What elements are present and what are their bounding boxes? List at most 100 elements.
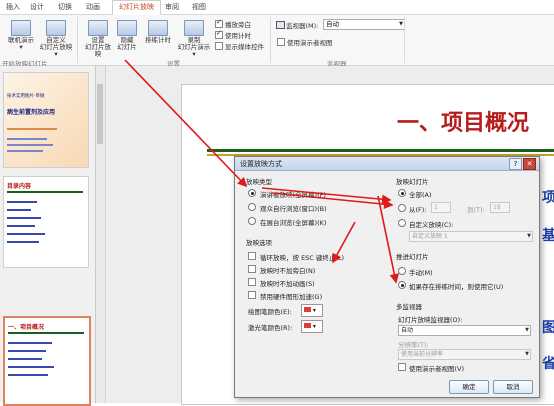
pen-color-swatch: [304, 307, 311, 312]
thumb-bar: [8, 332, 84, 334]
record-slide-show-button[interactable]: 录制 幻灯片演示 ▾: [176, 20, 212, 58]
no-animation-checkbox[interactable]: [248, 278, 256, 286]
slide-thumbnail-2[interactable]: 目录内容: [3, 176, 89, 268]
thumb-text-line: [7, 225, 35, 227]
radio-kiosk[interactable]: [248, 217, 256, 225]
laser-color-swatch: [304, 323, 311, 328]
loop-label: 循环放映，按 ESC 键终止(L): [260, 254, 345, 262]
record-show-icon: [184, 20, 204, 36]
use-timings-label: 如果存在排练时间，则使用它(U): [409, 283, 504, 291]
custom-show-icon: [46, 20, 66, 36]
slide-thumbnail-1[interactable]: 技术实用图片·单微 病生前置剂及应用: [3, 72, 89, 168]
slide-text-fragment: 项: [542, 190, 554, 206]
thumb-text-line: [8, 358, 42, 360]
show-options-label: 放映选项: [246, 239, 272, 247]
close-button[interactable]: ✕: [523, 158, 536, 170]
from-label: 从(F):: [409, 206, 427, 214]
present-online-button[interactable]: 联机演示 ▾: [4, 20, 38, 51]
dialog-title-bar[interactable]: 设置放映方式 ? ✕: [235, 157, 539, 171]
radio-browsed-window[interactable]: [248, 203, 256, 211]
presenter-view-label: 使用演示者视图(V): [409, 365, 465, 373]
laser-color-label: 激光笔颜色(R):: [248, 324, 293, 332]
no-narration-label: 放映时不加旁白(N): [260, 267, 316, 275]
thumb-text-line: [7, 201, 37, 203]
thumb-text-line: [7, 217, 41, 219]
radio-kiosk-label: 在展台浏览(全屏幕)(K): [260, 219, 327, 227]
thumb-accent-line: [7, 128, 57, 130]
radio-from-slides[interactable]: [398, 204, 406, 212]
monitor-icon: [276, 21, 285, 29]
presenter-view-checkbox[interactable]: [398, 363, 406, 371]
chevron-down-icon: ▼: [527, 233, 531, 239]
tab-review[interactable]: 审阅: [165, 2, 179, 12]
resolution-label: 分辨率(T):: [398, 341, 429, 349]
thumb-text-line: [7, 209, 31, 211]
chevron-down-icon: ▼: [525, 327, 529, 333]
custom-show-label: 自定义放映(C):: [409, 221, 454, 229]
show-slides-label: 放映幻灯片: [396, 178, 429, 186]
ribbon-separator: [77, 17, 78, 63]
radio-presenter-label: 演讲者放映(全屏幕)(P): [260, 191, 327, 199]
use-timings-checkbox[interactable]: 使用计时: [215, 29, 251, 40]
thumb-text-line: [7, 150, 43, 152]
ribbon: 联机演示 ▾ 自定义 幻灯片放映 ▾ 设置 幻灯片放映 隐藏 幻灯片 排练计时 …: [0, 15, 554, 68]
monitor-select[interactable]: 自动 ▼: [323, 19, 405, 30]
pen-color-picker[interactable]: ▾: [301, 304, 323, 317]
set-up-slide-show-button[interactable]: 设置 幻灯片放映: [82, 20, 114, 58]
slide-title: 一、项目概况: [397, 110, 530, 136]
show-on-label: 幻灯片放映监视器(O):: [398, 316, 463, 324]
use-presenter-view-checkbox[interactable]: 使用演示者视图: [277, 37, 333, 47]
thumb-text-line: [7, 241, 39, 243]
radio-manual[interactable]: [398, 267, 406, 275]
tab-view[interactable]: 视图: [192, 2, 206, 12]
radio-presenter-fullscreen[interactable]: [248, 189, 256, 197]
rehearse-timings-button[interactable]: 排练计时: [140, 20, 176, 44]
thumb-text-line: [8, 374, 48, 376]
thumb-bar: [7, 191, 83, 193]
thumb-text-line: [7, 233, 45, 235]
disable-hw-accel-label: 禁用硬件图形加速(G): [260, 293, 323, 301]
scrollbar-thumb[interactable]: [97, 84, 103, 144]
resolution-select[interactable]: 使用当前分辨率 ▼: [398, 349, 531, 360]
tab-slide-show[interactable]: 幻灯片放映: [112, 0, 161, 15]
loop-checkbox[interactable]: [248, 252, 256, 260]
show-media-controls-checkbox[interactable]: 显示媒体控件: [215, 41, 264, 51]
tab-insert[interactable]: 插入: [6, 2, 20, 12]
thumb-text-line: [8, 366, 54, 368]
setup-show-icon: [88, 20, 108, 36]
set-up-show-dialog: 设置放映方式 ? ✕ 放映类型 演讲者放映(全屏幕)(P) 观众自行浏览(窗口)…: [234, 156, 540, 398]
slide-text-fragment: 基: [542, 228, 554, 244]
play-narrations-checkbox[interactable]: 播放旁白: [215, 18, 251, 29]
radio-use-timings[interactable]: [398, 281, 406, 289]
radio-all-slides[interactable]: [398, 189, 406, 197]
no-narration-checkbox[interactable]: [248, 265, 256, 273]
pen-color-label: 绘图笔颜色(E):: [248, 308, 292, 316]
ribbon-separator: [404, 17, 405, 63]
chevron-down-icon: ▼: [525, 351, 529, 357]
tab-design[interactable]: 设计: [30, 2, 44, 12]
slide-thumbnail-3[interactable]: 一、项目概况: [3, 316, 91, 406]
show-on-select[interactable]: 自动 ▼: [398, 325, 531, 336]
thumb-text-line: [7, 138, 47, 140]
custom-slide-show-button[interactable]: 自定义 幻灯片放映 ▾: [38, 20, 74, 58]
present-online-icon: [11, 20, 31, 36]
radio-all-label: 全部(A): [409, 191, 432, 199]
custom-show-select[interactable]: 自定义放映 1 ▼: [409, 231, 533, 242]
show-type-label: 放映类型: [246, 178, 272, 186]
from-spinner[interactable]: 1: [431, 202, 451, 213]
hide-slide-button[interactable]: 隐藏 幻灯片: [113, 20, 141, 51]
to-spinner[interactable]: 18: [490, 202, 510, 213]
help-button[interactable]: ?: [509, 158, 522, 170]
slide-text-fragment: 图: [542, 320, 554, 336]
cancel-button[interactable]: 取消: [493, 380, 533, 394]
ribbon-tabs: 插入 设计 切换 动画 幻灯片放映 审阅 视图: [0, 0, 554, 15]
laser-color-picker[interactable]: ▾: [301, 320, 323, 333]
radio-custom-show[interactable]: [398, 219, 406, 227]
no-animation-label: 放映时不加动画(S): [260, 280, 315, 288]
disable-hw-accel-checkbox[interactable]: [248, 291, 256, 299]
thumbnail-scrollbar[interactable]: [96, 66, 106, 403]
tab-animations[interactable]: 动画: [86, 2, 100, 12]
ok-button[interactable]: 确定: [449, 380, 489, 394]
manual-label: 手动(M): [409, 269, 433, 277]
tab-transitions[interactable]: 切换: [58, 2, 72, 12]
